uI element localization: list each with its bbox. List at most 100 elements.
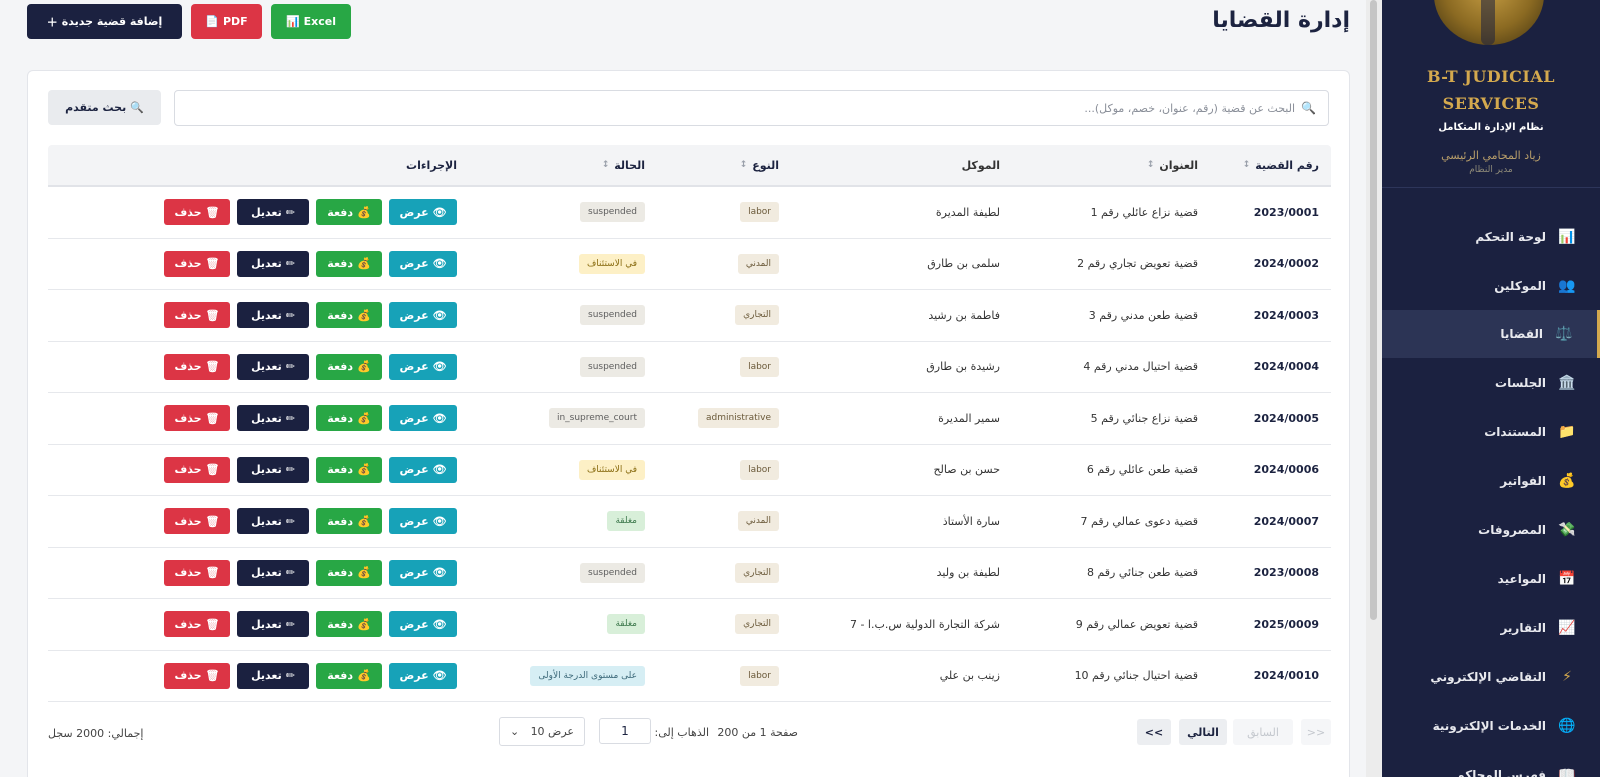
case-status-cell: على مستوى الدرجة الأولى bbox=[530, 651, 645, 702]
payment-button[interactable]: 💰 دفعة bbox=[316, 353, 382, 380]
case-status-cell: in_supreme_court bbox=[548, 393, 645, 444]
payment-button[interactable]: 💰 دفعة bbox=[316, 199, 382, 226]
view-button[interactable]: 👁 عرض bbox=[389, 559, 457, 586]
brand-line-2: SERVICES bbox=[1442, 94, 1540, 113]
case-type-cell: labor bbox=[740, 651, 779, 702]
prev-page-button[interactable]: السابق bbox=[1233, 719, 1293, 745]
page-scrollbar[interactable] bbox=[1366, 0, 1382, 777]
payment-button[interactable]: 💰 دفعة bbox=[316, 250, 382, 277]
delete-button[interactable]: 🗑 حذف bbox=[164, 508, 230, 535]
payment-button[interactable]: 💰 دفعة bbox=[316, 611, 382, 638]
row-actions: 🗑 حذف ✏ تعديل 💰 دفعة 👁 عرض bbox=[164, 651, 457, 702]
first-page-button[interactable]: << bbox=[1301, 719, 1331, 745]
sidebar-item[interactable]: 📖 فهرس المحاكم bbox=[1382, 750, 1600, 777]
add-case-button[interactable]: ＋ إضافة قضية جديدة bbox=[27, 4, 182, 39]
edit-button[interactable]: ✏ تعديل bbox=[237, 302, 309, 329]
payment-button[interactable]: 💰 دفعة bbox=[316, 559, 382, 586]
case-status-cell: في الاستئناف bbox=[578, 239, 645, 290]
sidebar-item[interactable]: ⚖️ القضايا bbox=[1382, 310, 1600, 358]
edit-button[interactable]: ✏ تعديل bbox=[237, 559, 309, 586]
sort-icon: ↕ bbox=[739, 160, 748, 170]
view-button[interactable]: 👁 عرض bbox=[389, 662, 457, 689]
delete-button[interactable]: 🗑 حذف bbox=[164, 405, 230, 432]
payment-button[interactable]: 💰 دفعة bbox=[316, 662, 382, 689]
view-button[interactable]: 👁 عرض bbox=[389, 199, 457, 226]
col-header-title[interactable]: العنوان ↕ bbox=[1147, 145, 1198, 185]
scrollbar-thumb[interactable] bbox=[1370, 0, 1377, 620]
advanced-search-button[interactable]: 🔍 بحث متقدم bbox=[48, 90, 161, 125]
payment-button[interactable]: 💰 دفعة bbox=[316, 302, 382, 329]
status-badge: على مستوى الدرجة الأولى bbox=[530, 665, 645, 686]
goto-page-input[interactable] bbox=[599, 718, 651, 744]
sidebar-item-label: الموكلين bbox=[1494, 278, 1546, 293]
eye-icon: 👁 bbox=[432, 566, 447, 580]
col-header-number[interactable]: رقم القضية ↕ bbox=[1243, 145, 1319, 185]
search-input[interactable] bbox=[175, 101, 1296, 115]
view-button[interactable]: 👁 عرض bbox=[389, 302, 457, 329]
view-button[interactable]: 👁 عرض bbox=[389, 405, 457, 432]
money-bag-icon: 💰 bbox=[357, 308, 371, 322]
delete-button[interactable]: 🗑 حذف bbox=[164, 199, 230, 226]
pencil-icon: ✏ bbox=[285, 463, 295, 477]
table-row: 2024/0002 قضية تعويض تجاري رقم 2 سلمى بن ط… bbox=[48, 239, 1331, 290]
payment-button[interactable]: 💰 دفعة bbox=[316, 405, 382, 432]
payment-button[interactable]: 💰 دفعة bbox=[316, 456, 382, 483]
status-badge: في الاستئناف bbox=[578, 253, 645, 274]
search-box[interactable]: 🔍 bbox=[174, 90, 1329, 126]
export-excel-button[interactable]: 📊 Excel bbox=[271, 4, 351, 39]
case-client: سمير المديرة bbox=[938, 411, 1000, 425]
sidebar-item[interactable]: 🌐 الخدمات الإلكترونية bbox=[1382, 701, 1600, 750]
trash-icon: 🗑 bbox=[205, 617, 220, 631]
case-type-badge: administrative bbox=[697, 408, 779, 429]
page-size-value: عرض 10 bbox=[530, 725, 574, 738]
sidebar-item-label: المصروفات bbox=[1478, 522, 1546, 537]
edit-button[interactable]: ✏ تعديل bbox=[237, 662, 309, 689]
trash-icon: 🗑 bbox=[205, 205, 220, 219]
sidebar-item[interactable]: ⚡ التقاضي الإلكتروني bbox=[1382, 652, 1600, 701]
view-button[interactable]: 👁 عرض bbox=[389, 508, 457, 535]
row-actions: 🗑 حذف ✏ تعديل 💰 دفعة 👁 عرض bbox=[164, 445, 457, 496]
table-row: 2023/0001 قضية نزاع عائلي رقم 1 لطيفة المد… bbox=[48, 187, 1331, 239]
sidebar-item-icon: 🌐 bbox=[1558, 717, 1576, 734]
delete-button[interactable]: 🗑 حذف bbox=[164, 662, 230, 689]
sidebar-item[interactable]: 📊 لوحة التحكم bbox=[1382, 212, 1600, 261]
sidebar-item[interactable]: 📅 المواعيد bbox=[1382, 554, 1600, 603]
next-page-button[interactable]: التالي bbox=[1179, 719, 1227, 745]
trash-icon: 🗑 bbox=[205, 566, 220, 580]
col-header-type[interactable]: النوع ↕ bbox=[740, 145, 779, 185]
edit-button[interactable]: ✏ تعديل bbox=[237, 508, 309, 535]
sidebar-item[interactable]: 📁 المستندات bbox=[1382, 407, 1600, 456]
sidebar-item[interactable]: 👥 الموكلين bbox=[1382, 261, 1600, 310]
sidebar-item[interactable]: 📈 التقارير bbox=[1382, 603, 1600, 652]
sidebar-item-label: لوحة التحكم bbox=[1475, 229, 1546, 244]
delete-button[interactable]: 🗑 حذف bbox=[164, 250, 230, 277]
edit-button[interactable]: ✏ تعديل bbox=[237, 405, 309, 432]
page-size-select[interactable]: عرض 10 ⌄ bbox=[499, 717, 585, 746]
export-pdf-button[interactable]: 📄 PDF bbox=[191, 4, 262, 39]
view-button[interactable]: 👁 عرض bbox=[389, 611, 457, 638]
edit-button[interactable]: ✏ تعديل bbox=[237, 456, 309, 483]
view-button[interactable]: 👁 عرض bbox=[389, 250, 457, 277]
view-button[interactable]: 👁 عرض bbox=[389, 456, 457, 483]
case-client: رشيدة بن طارق bbox=[926, 360, 1000, 374]
edit-button[interactable]: ✏ تعديل bbox=[237, 353, 309, 380]
edit-button[interactable]: ✏ تعديل bbox=[237, 250, 309, 277]
view-button[interactable]: 👁 عرض bbox=[389, 353, 457, 380]
sidebar-item[interactable]: 🏛️ الجلسات bbox=[1382, 358, 1600, 407]
chart-icon: 📊 bbox=[285, 15, 300, 28]
edit-button[interactable]: ✏ تعديل bbox=[237, 199, 309, 226]
case-type-badge: المدني bbox=[737, 253, 779, 274]
last-page-button[interactable]: >> bbox=[1137, 719, 1171, 745]
sidebar-item[interactable]: 💸 المصروفات bbox=[1382, 505, 1600, 554]
delete-button[interactable]: 🗑 حذف bbox=[164, 456, 230, 483]
delete-button[interactable]: 🗑 حذف bbox=[164, 353, 230, 380]
delete-button[interactable]: 🗑 حذف bbox=[164, 559, 230, 586]
case-title: قضية تعويض عمالي رقم 9 bbox=[1075, 617, 1198, 631]
delete-button[interactable]: 🗑 حذف bbox=[164, 302, 230, 329]
payment-button[interactable]: 💰 دفعة bbox=[316, 508, 382, 535]
sidebar-item[interactable]: 💰 الفواتير bbox=[1382, 456, 1600, 505]
case-number: 2024/0010 bbox=[1253, 669, 1319, 683]
edit-button[interactable]: ✏ تعديل bbox=[237, 611, 309, 638]
delete-button[interactable]: 🗑 حذف bbox=[164, 611, 230, 638]
col-header-status[interactable]: الحالة ↕ bbox=[602, 145, 645, 185]
